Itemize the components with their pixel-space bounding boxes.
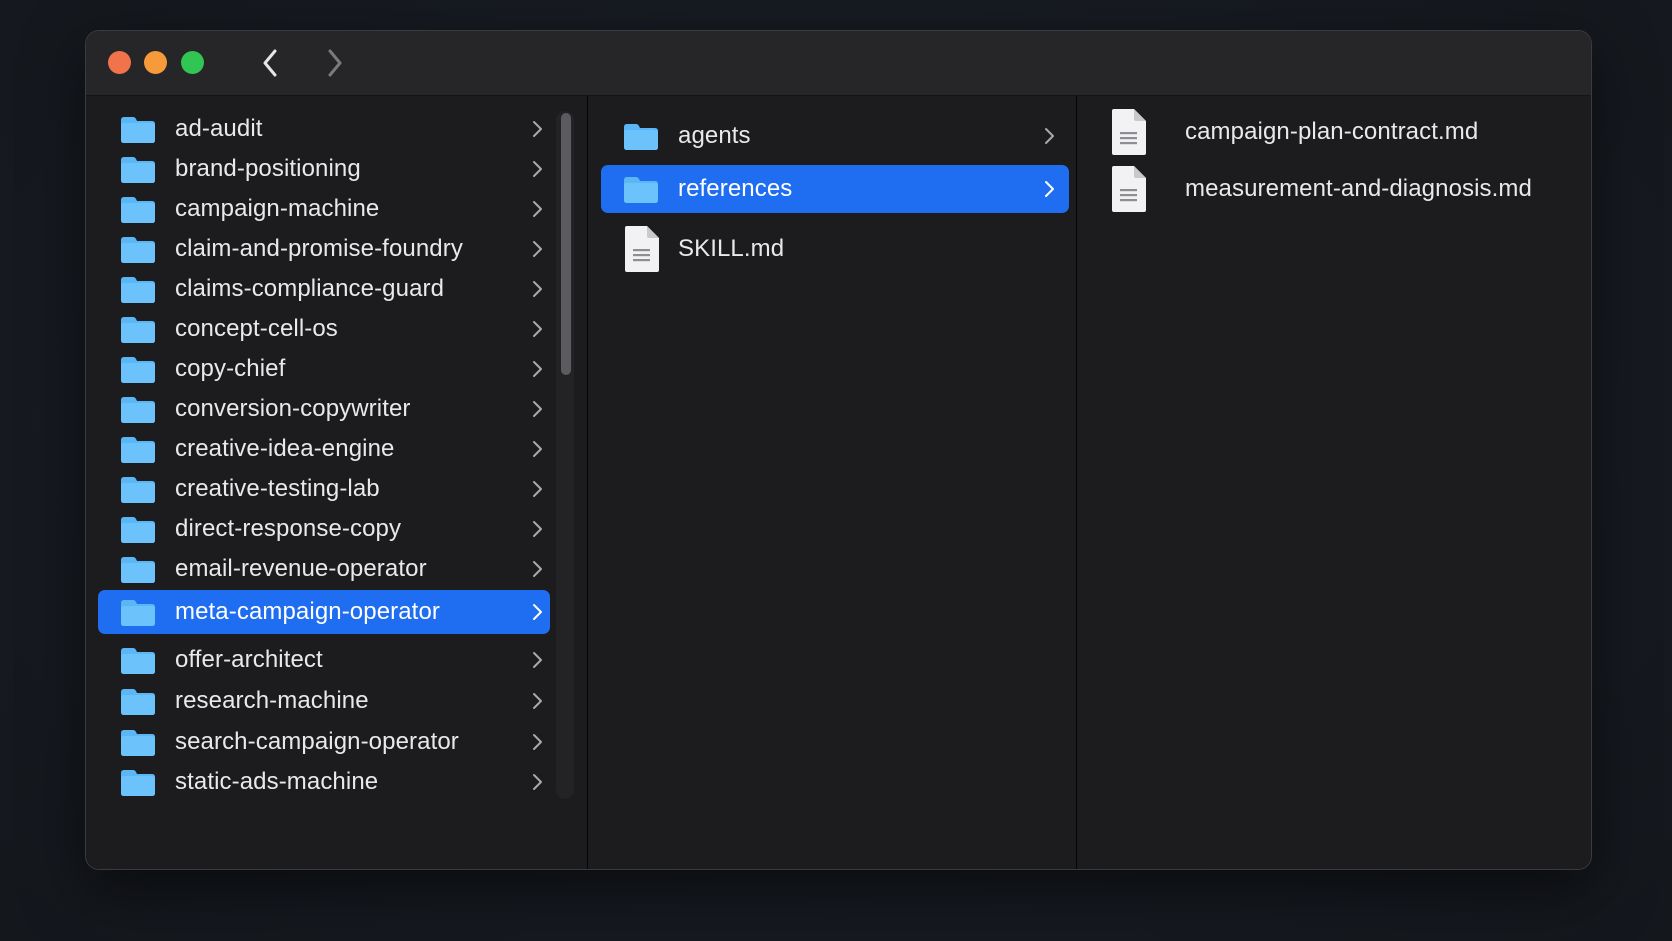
folder-icon <box>121 600 155 626</box>
folder-item-references[interactable]: references <box>601 165 1069 213</box>
item-label: agents <box>678 122 751 149</box>
item-label: creative-testing-lab <box>175 475 380 502</box>
title-bar <box>86 31 1591 96</box>
chevron-right-icon <box>533 361 542 377</box>
folder-icon <box>121 317 155 343</box>
document-icon <box>625 226 659 272</box>
folder-item-copy-chief[interactable]: copy-chief <box>98 347 550 391</box>
folder-icon <box>121 770 155 796</box>
folder-icon <box>121 517 155 543</box>
folder-item-static-ads-machine[interactable]: static-ads-machine <box>98 760 550 804</box>
folder-icon <box>121 197 155 223</box>
item-label: meta-campaign-operator <box>175 598 440 625</box>
folder-icon <box>121 689 155 715</box>
chevron-right-icon <box>533 441 542 457</box>
chevron-right-icon <box>533 161 542 177</box>
item-label: copy-chief <box>175 355 286 382</box>
item-label: measurement-and-diagnosis.md <box>1185 175 1532 202</box>
chevron-right-icon <box>533 734 542 750</box>
chevron-right-icon <box>533 521 542 537</box>
chevron-right-icon <box>533 604 542 620</box>
folder-item-search-campaign-operator[interactable]: search-campaign-operator <box>98 720 550 764</box>
chevron-left-icon <box>263 49 277 77</box>
item-label: SKILL.md <box>678 235 785 262</box>
folder-item-concept-cell-os[interactable]: concept-cell-os <box>98 307 550 351</box>
folder-icon <box>624 124 658 150</box>
desktop-background: ad-audit brand-positioning campaign-machin… <box>0 0 1672 941</box>
folder-item-brand-positioning[interactable]: brand-positioning <box>98 147 550 191</box>
chevron-right-icon <box>533 652 542 668</box>
item-label: research-machine <box>175 687 369 714</box>
finder-window: ad-audit brand-positioning campaign-machin… <box>85 30 1592 870</box>
folder-icon <box>121 117 155 143</box>
file-item-skill-md[interactable]: SKILL.md <box>601 221 1069 277</box>
chevron-right-icon <box>1045 128 1054 144</box>
scrollbar-thumb[interactable] <box>561 113 571 375</box>
folder-icon <box>121 557 155 583</box>
chevron-right-icon <box>533 321 542 337</box>
chevron-right-icon <box>533 561 542 577</box>
chevron-right-icon <box>533 241 542 257</box>
folder-icon <box>624 177 658 203</box>
item-label: direct-response-copy <box>175 515 402 542</box>
file-item-measurement-and-diagnosis-md[interactable]: measurement-and-diagnosis.md <box>1097 161 1577 217</box>
chevron-right-icon <box>533 774 542 790</box>
folder-icon <box>121 277 155 303</box>
folder-icon <box>121 157 155 183</box>
folder-item-email-revenue-operator[interactable]: email-revenue-operator <box>98 547 550 591</box>
folder-item-campaign-machine[interactable]: campaign-machine <box>98 187 550 231</box>
folder-item-ad-audit[interactable]: ad-audit <box>98 107 550 151</box>
column-meta-campaign-operator: agents references SKILL.md <box>588 96 1076 869</box>
item-label: creative-idea-engine <box>175 435 395 462</box>
folder-icon <box>121 437 155 463</box>
folder-icon <box>121 730 155 756</box>
chevron-right-icon <box>1045 181 1054 197</box>
folder-item-offer-architect[interactable]: offer-architect <box>98 638 550 682</box>
folder-item-agents[interactable]: agents <box>601 112 1069 160</box>
item-label: offer-architect <box>175 646 323 673</box>
folder-item-creative-testing-lab[interactable]: creative-testing-lab <box>98 467 550 511</box>
item-label: campaign-plan-contract.md <box>1185 118 1479 145</box>
chevron-right-icon <box>533 401 542 417</box>
document-icon <box>1112 109 1146 155</box>
folder-icon <box>121 477 155 503</box>
folder-item-conversion-copywriter[interactable]: conversion-copywriter <box>98 387 550 431</box>
item-label: references <box>678 175 793 202</box>
item-label: email-revenue-operator <box>175 555 427 582</box>
folder-item-research-machine[interactable]: research-machine <box>98 679 550 723</box>
column-skills: ad-audit brand-positioning campaign-machin… <box>86 96 587 869</box>
close-window-button[interactable] <box>108 51 131 74</box>
item-label: ad-audit <box>175 115 263 142</box>
item-label: concept-cell-os <box>175 315 338 342</box>
chevron-right-icon <box>533 693 542 709</box>
item-label: campaign-machine <box>175 195 380 222</box>
chevron-right-icon <box>533 281 542 297</box>
item-label: search-campaign-operator <box>175 728 459 755</box>
chevron-right-icon <box>533 121 542 137</box>
folder-icon <box>121 648 155 674</box>
folder-item-claims-compliance-guard[interactable]: claims-compliance-guard <box>98 267 550 311</box>
file-item-campaign-plan-contract-md[interactable]: campaign-plan-contract.md <box>1097 104 1577 160</box>
item-label: static-ads-machine <box>175 768 379 795</box>
maximize-window-button[interactable] <box>181 51 204 74</box>
document-icon <box>1112 166 1146 212</box>
folder-item-direct-response-copy[interactable]: direct-response-copy <box>98 507 550 551</box>
folder-item-creative-idea-engine[interactable]: creative-idea-engine <box>98 427 550 471</box>
back-button[interactable] <box>253 45 287 81</box>
chevron-right-icon <box>533 481 542 497</box>
item-label: conversion-copywriter <box>175 395 411 422</box>
forward-button[interactable] <box>318 45 352 81</box>
item-label: claim-and-promise-foundry <box>175 235 463 262</box>
chevron-right-icon <box>533 201 542 217</box>
chevron-right-icon <box>328 49 342 77</box>
minimize-window-button[interactable] <box>144 51 167 74</box>
folder-item-meta-campaign-operator[interactable]: meta-campaign-operator <box>98 590 550 634</box>
folder-icon <box>121 397 155 423</box>
column-references: campaign-plan-contract.md measurement-and… <box>1077 96 1591 869</box>
folder-item-claim-and-promise-foundry[interactable]: claim-and-promise-foundry <box>98 227 550 271</box>
item-label: brand-positioning <box>175 155 361 182</box>
folder-icon <box>121 237 155 263</box>
item-label: claims-compliance-guard <box>175 275 445 302</box>
folder-icon <box>121 357 155 383</box>
